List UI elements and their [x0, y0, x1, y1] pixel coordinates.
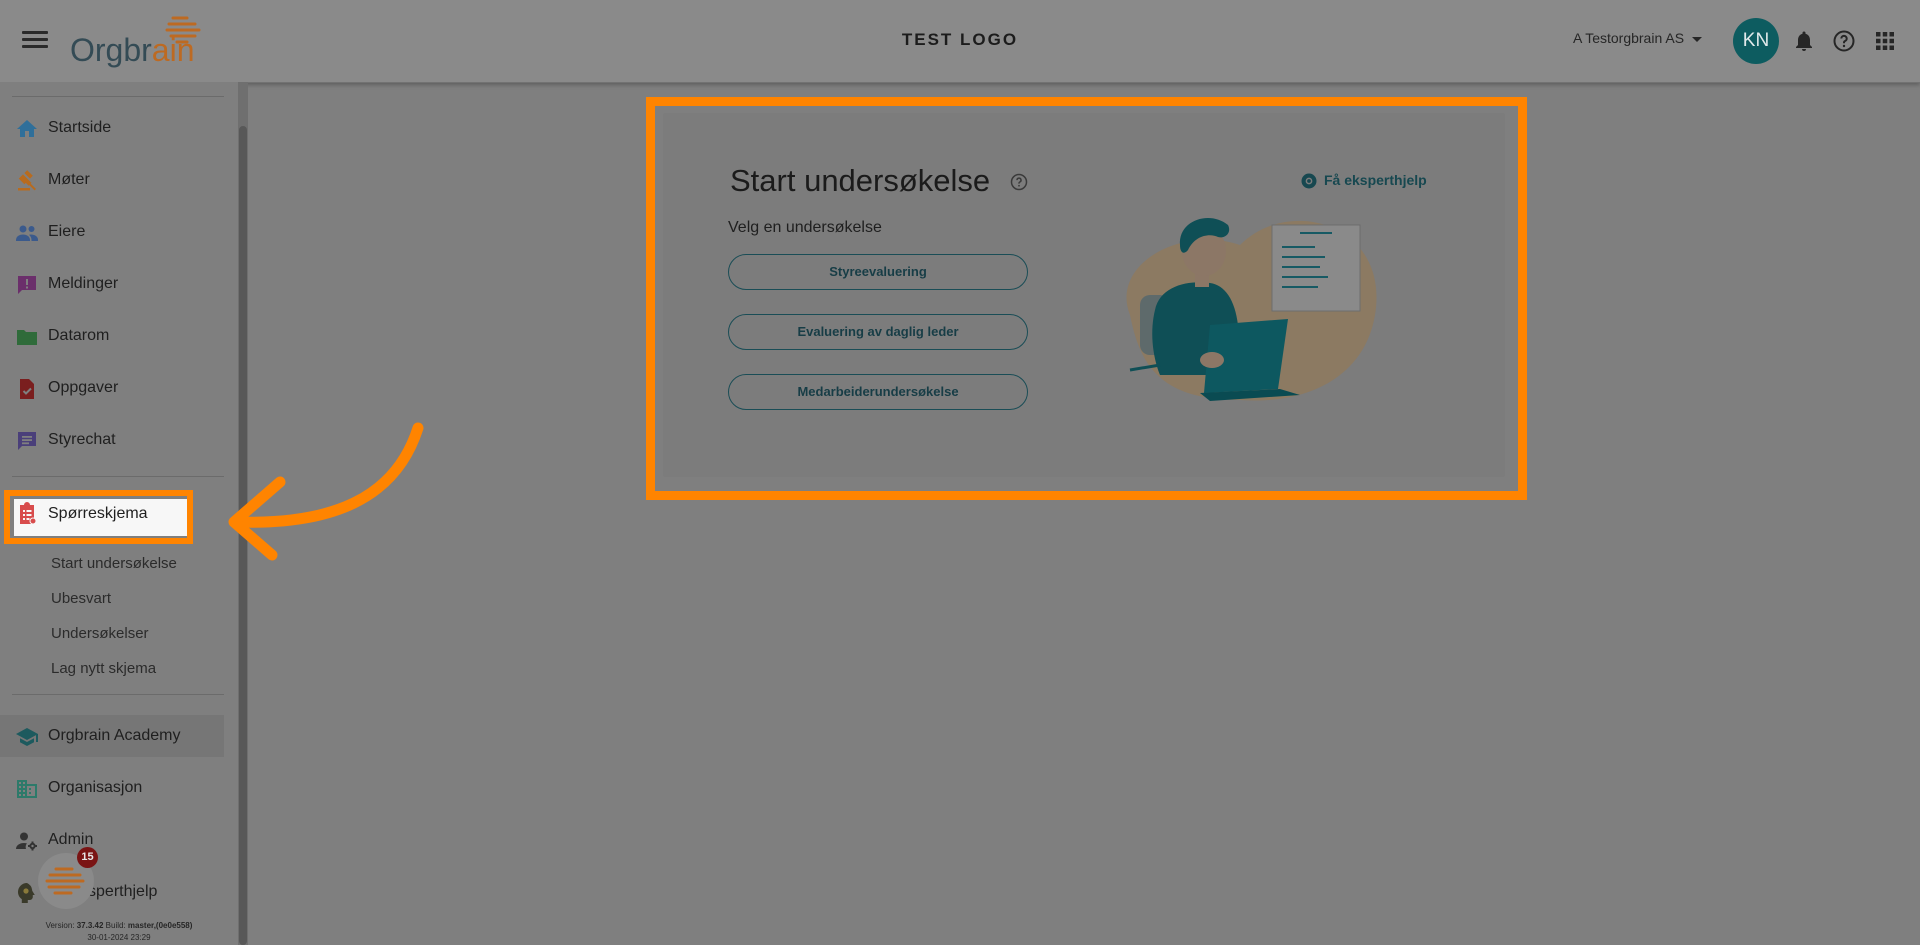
sidebar-item-oppgaver[interactable]: Oppgaver — [0, 366, 238, 410]
school-icon — [16, 728, 38, 746]
sidebar-item-meldinger[interactable]: Meldinger — [0, 262, 238, 306]
apps-grid-icon[interactable] — [1873, 29, 1897, 53]
chat-notification-badge: 15 — [77, 847, 98, 868]
chat-icon — [18, 432, 36, 450]
sidebar-subitem-ubesvart[interactable]: Ubesvart — [51, 590, 111, 607]
expert-help-icon — [18, 883, 35, 903]
card-highlight-frame — [646, 97, 1527, 500]
menu-icon[interactable] — [22, 28, 48, 50]
version-info: Version: 37.3.42 Build: master,(0e0e558) — [45, 921, 193, 930]
domain-icon — [17, 780, 37, 798]
caret-down-icon — [1692, 36, 1703, 42]
sidebar-item-eiere[interactable]: Eiere — [0, 210, 238, 254]
tutorial-arrow-icon — [228, 422, 424, 561]
sidebar-item-fa-eksperthjelp[interactable]: Få eksperthjelp — [0, 870, 238, 914]
home-icon — [17, 120, 37, 137]
sidebar-item-startside[interactable]: Startside — [0, 106, 238, 150]
sidebar-subitem-lag-nytt-skjema[interactable]: Lag nytt skjema — [51, 660, 156, 677]
folder-icon — [17, 330, 37, 345]
orgbrain-logo[interactable]: Orgbrain — [70, 10, 210, 70]
bell-icon[interactable] — [1792, 29, 1816, 53]
admin-icon — [16, 832, 37, 851]
sidebar-item-datarom[interactable]: Datarom — [0, 314, 238, 358]
user-avatar[interactable]: KN — [1733, 18, 1779, 64]
sidebar-item-styrechat[interactable]: Styrechat — [0, 418, 238, 462]
sidebar-divider — [12, 96, 224, 97]
sidebar-divider — [12, 694, 224, 695]
build-date: 30-01-2024 23:29 — [87, 933, 151, 942]
help-icon[interactable] — [1832, 29, 1856, 53]
sidebar-item-orgbrain-academy[interactable]: Orgbrain Academy — [0, 714, 238, 758]
sidebar-divider — [12, 476, 224, 477]
message-alert-icon — [18, 276, 36, 294]
sidebar-subitem-start-undersokelse[interactable]: Start undersøkelse — [51, 555, 177, 572]
sidebar-item-moter[interactable]: Møter — [0, 158, 238, 202]
sidebar-item-admin[interactable]: Admin — [0, 818, 238, 862]
top-bar: Orgbrain TEST LOGO A Testorgbrain AS KN — [0, 0, 1920, 83]
people-icon — [16, 225, 38, 241]
gavel-icon — [18, 170, 36, 191]
sidebar-item-organisasjon[interactable]: Organisasjon — [0, 766, 238, 810]
task-icon — [20, 379, 34, 399]
logo-text: Orgbrain — [70, 32, 195, 68]
organization-select[interactable]: A Testorgbrain AS — [1573, 30, 1703, 46]
sidebar-subitem-undersokelser[interactable]: Undersøkelser — [51, 625, 149, 642]
sidebar-highlight-frame — [4, 490, 193, 544]
